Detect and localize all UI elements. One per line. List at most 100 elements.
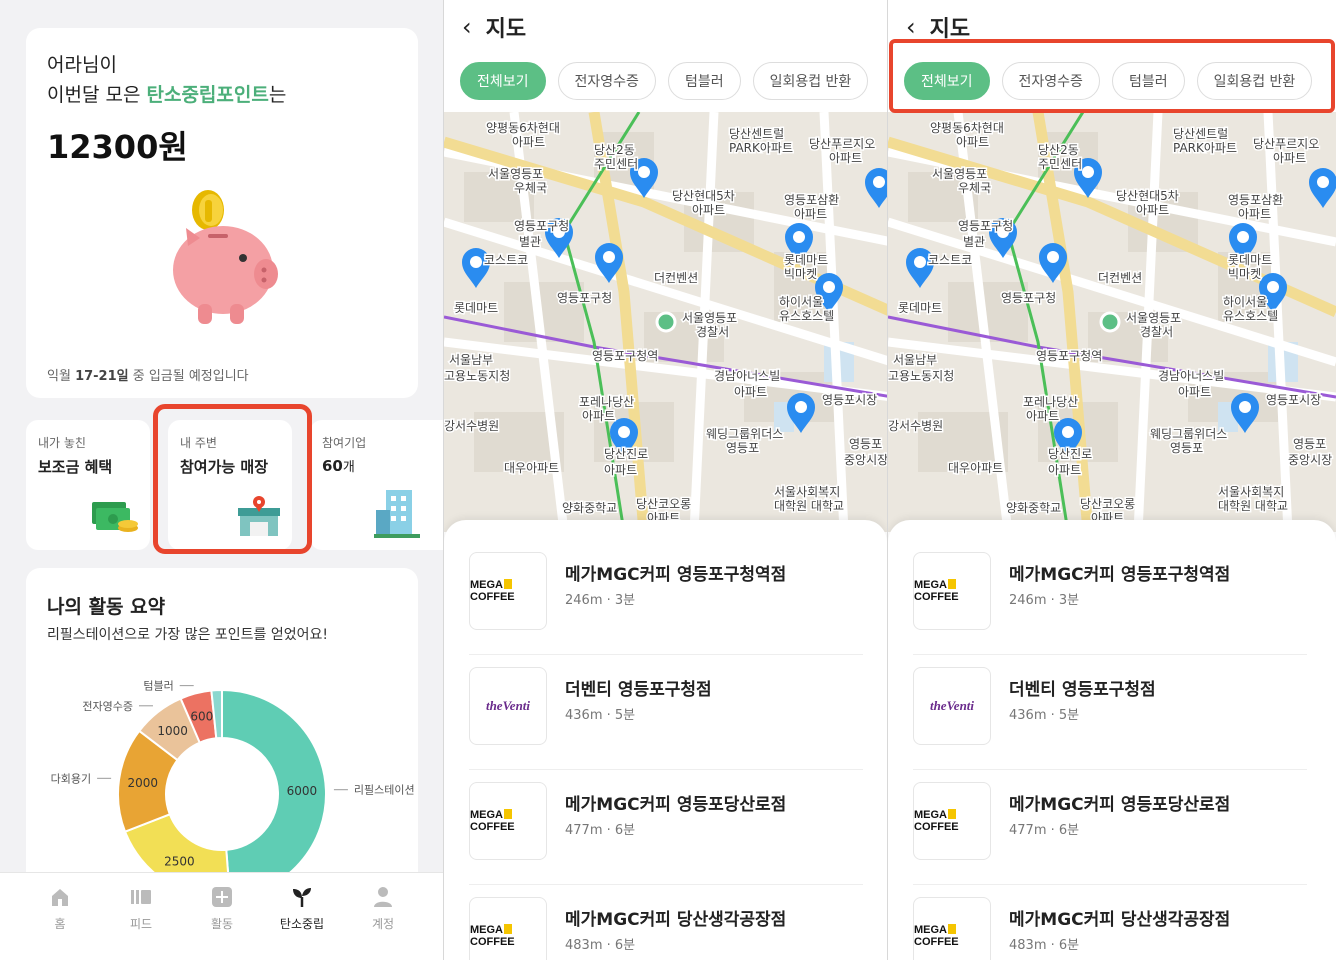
chip-e-receipt[interactable]: 전자영수증	[557, 62, 656, 100]
map-place-label: 우체국	[958, 181, 991, 195]
store-item[interactable]: theVenti 더벤티 영등포구청점 436m · 5분	[469, 655, 863, 770]
map-canvas[interactable]: 양평동6차현대아파트당산2동주민센터당산센트럴PARK아파트 당산푸르지오아파트서…	[888, 112, 1336, 532]
map-place-label: 코스트코	[928, 253, 972, 267]
map-place-label: 양평동6차현대	[486, 121, 560, 135]
tab-home[interactable]: 홈	[30, 887, 90, 932]
donut-value-label: 2500	[164, 855, 195, 869]
donut-category-label: 리필스테이션	[354, 784, 415, 797]
missed-subsidy-label: 보조금 혜택	[38, 458, 113, 476]
map-place-label: 하이서울	[1223, 295, 1267, 309]
mega-coffee-logo: MEGACOFFEE	[469, 552, 547, 630]
store-name: 메가MGC커피 당산생각공장점	[565, 910, 787, 930]
store-item[interactable]: MEGACOFFEE 메가MGC커피 영등포구청역점 246m · 3분	[913, 540, 1307, 655]
map-place-label: 롯데마트	[784, 253, 828, 267]
mega-coffee-logo: MEGACOFFEE	[913, 782, 991, 860]
map-place-label: 유스호스텔	[779, 309, 834, 323]
map-place-label: 대학원 대학교	[1218, 499, 1288, 513]
map-place-label: 당산센트럴	[1173, 127, 1228, 141]
map-place-label: 유스호스텔	[1223, 309, 1278, 323]
map-place-label: 영등포구청	[557, 291, 612, 305]
map-place-label: 대우아파트	[504, 461, 559, 475]
map-place-label: 영등포구청역	[1036, 349, 1102, 363]
map-place-label: 당산푸르지오	[1253, 137, 1319, 151]
map-place-label: 경찰서	[696, 325, 729, 339]
chevron-left-icon[interactable]: ‹	[906, 13, 916, 41]
missed-subsidy-title: 내가 놓친	[38, 436, 86, 450]
chevron-left-icon[interactable]: ‹	[462, 13, 472, 41]
map-header: ‹ 지도	[462, 12, 526, 42]
tab-feed[interactable]: 피드	[111, 887, 171, 932]
map-place-label: 서울남부	[893, 353, 937, 367]
map-place-label: 별관	[519, 235, 541, 249]
map-place-label: 대학원 대학교	[774, 499, 844, 513]
map-place-label: 고용노동지청	[444, 369, 510, 383]
store-item[interactable]: MEGACOFFEE 메가MGC커피 당산생각공장점 483m · 6분	[913, 885, 1307, 960]
building-icon	[374, 490, 420, 538]
map-place-label: 포레나당산	[579, 395, 634, 409]
map-view[interactable]: 양평동6차현대 아파트 당산2동 주민센터 당산센트럴 PARK아파트 당산푸르지오 아파트 서…	[888, 112, 1336, 532]
map-place-label: 영등포구청	[1001, 291, 1056, 305]
store-item[interactable]: MEGACOFFEE 메가MGC커피 영등포구청역점 246m · 3분	[469, 540, 863, 655]
map-title: 지도	[485, 17, 527, 42]
store-item[interactable]: theVenti 더벤티 영등포구청점 436m · 5분	[913, 655, 1307, 770]
theventi-logo: theVenti	[469, 667, 547, 745]
map-place-label: 웨딩그룹위더스	[1150, 427, 1227, 441]
map-screen: ‹ 지도 전체보기 전자영수증 텀블러 일회용컵 반환 양평동6차현대 아파트 …	[444, 0, 887, 960]
map-place-label: 서울영등포	[932, 167, 987, 181]
points-card: 어라님이 이번달 모은 탄소중립포인트는 12300원 익월 17-21일 중 …	[26, 28, 418, 398]
map-place-label: 중앙시장	[1288, 453, 1332, 467]
map-place-label: 아파트	[1178, 385, 1211, 399]
tab-activity[interactable]: 활동	[192, 887, 252, 932]
partner-companies-card[interactable]: 참여기업 60개	[310, 420, 443, 550]
map-place-label: 아파트	[1273, 151, 1306, 165]
map-place-label: 당산진로	[604, 447, 648, 461]
store-name: 메가MGC커피 영등포당산로점	[565, 795, 787, 815]
mega-coffee-logo: MEGACOFFEE	[913, 897, 991, 960]
map-place-label: 서울사회복지	[1218, 485, 1284, 499]
filter-chips-highlight	[889, 39, 1335, 113]
bottom-tab-bar: 홈 피드 활동 탄소중립 계정	[0, 872, 443, 960]
store-name: 메가MGC커피 영등포당산로점	[1009, 795, 1231, 815]
home-panel: 어라님이 이번달 모은 탄소중립포인트는 12300원 익월 17-21일 중 …	[0, 0, 443, 960]
tab-account[interactable]: 계정	[353, 887, 413, 932]
map-place-label: 서울남부	[449, 353, 493, 367]
chip-tumbler[interactable]: 텀블러	[667, 62, 741, 100]
store-item[interactable]: MEGACOFFEE 메가MGC커피 당산생각공장점 483m · 6분	[469, 885, 863, 960]
store-item[interactable]: MEGACOFFEE 메가MGC커피 영등포당산로점 477m · 6분	[913, 770, 1307, 885]
map-place-label: 영등포	[849, 437, 882, 451]
map-place-label: 경남아너스빌	[1158, 369, 1224, 383]
map-place-label: 경남아너스빌	[714, 369, 780, 383]
nearby-stores-highlight	[153, 404, 312, 554]
chip-cup-return[interactable]: 일회용컵 반환	[752, 62, 869, 100]
map-place-label: 영등포구청	[958, 219, 1013, 233]
map-place-label: 영등포	[1293, 437, 1326, 451]
store-distance: 246m · 3분	[565, 593, 636, 608]
map-place-label: 아파트	[956, 135, 989, 149]
map-place-label: 서울영등포	[488, 167, 543, 181]
map-place-label: 아파트	[1136, 203, 1169, 217]
theventi-logo: theVenti	[913, 667, 991, 745]
missed-subsidy-card[interactable]: 내가 놓친 보조금 혜택	[26, 420, 150, 550]
chip-all[interactable]: 전체보기	[460, 62, 546, 100]
map-header: ‹ 지도	[906, 12, 970, 42]
map-place-label: 당산현대5차	[1116, 189, 1179, 203]
map-place-label: 양화중학교	[562, 501, 617, 515]
map-place-label: 롯데마트	[898, 301, 942, 315]
greeting: 어라님이 이번달 모은 탄소중립포인트는	[47, 50, 286, 110]
map-screen-filter-highlight: ‹ 지도 전체보기 전자영수증 텀블러 일회용컵 반환 양평동6차현대 아파트 …	[888, 0, 1336, 960]
map-place-label: 주민센터	[1038, 157, 1082, 171]
tab-carbon-neutral[interactable]: 탄소중립	[272, 887, 332, 932]
map-place-label: PARK아파트	[1173, 141, 1237, 155]
map-canvas[interactable]: 양평동6차현대아파트당산2동주민센터당산센트럴PARK아파트 당산푸르지오아파트서…	[444, 112, 887, 532]
mega-coffee-logo: MEGACOFFEE	[469, 897, 547, 960]
person-icon	[374, 887, 392, 907]
map-view[interactable]: 양평동6차현대 아파트 당산2동 주민센터 당산센트럴 PARK아파트 당산푸르지오 아파트 서…	[444, 112, 887, 532]
map-place-label: 아파트	[829, 151, 862, 165]
map-place-label: 아파트	[1026, 409, 1059, 423]
map-place-label: 서울영등포	[682, 311, 737, 325]
activity-donut-chart: 6000 리필스테이션 2500 2000 다회용기 1000 전자영수증 600 텀블러	[51, 680, 415, 888]
map-place-label: 아파트	[512, 135, 545, 149]
store-item[interactable]: MEGACOFFEE 메가MGC커피 영등포당산로점 477m · 6분	[469, 770, 863, 885]
map-place-label: 롯데마트	[454, 301, 498, 315]
store-distance: 477m · 6분	[565, 823, 636, 838]
